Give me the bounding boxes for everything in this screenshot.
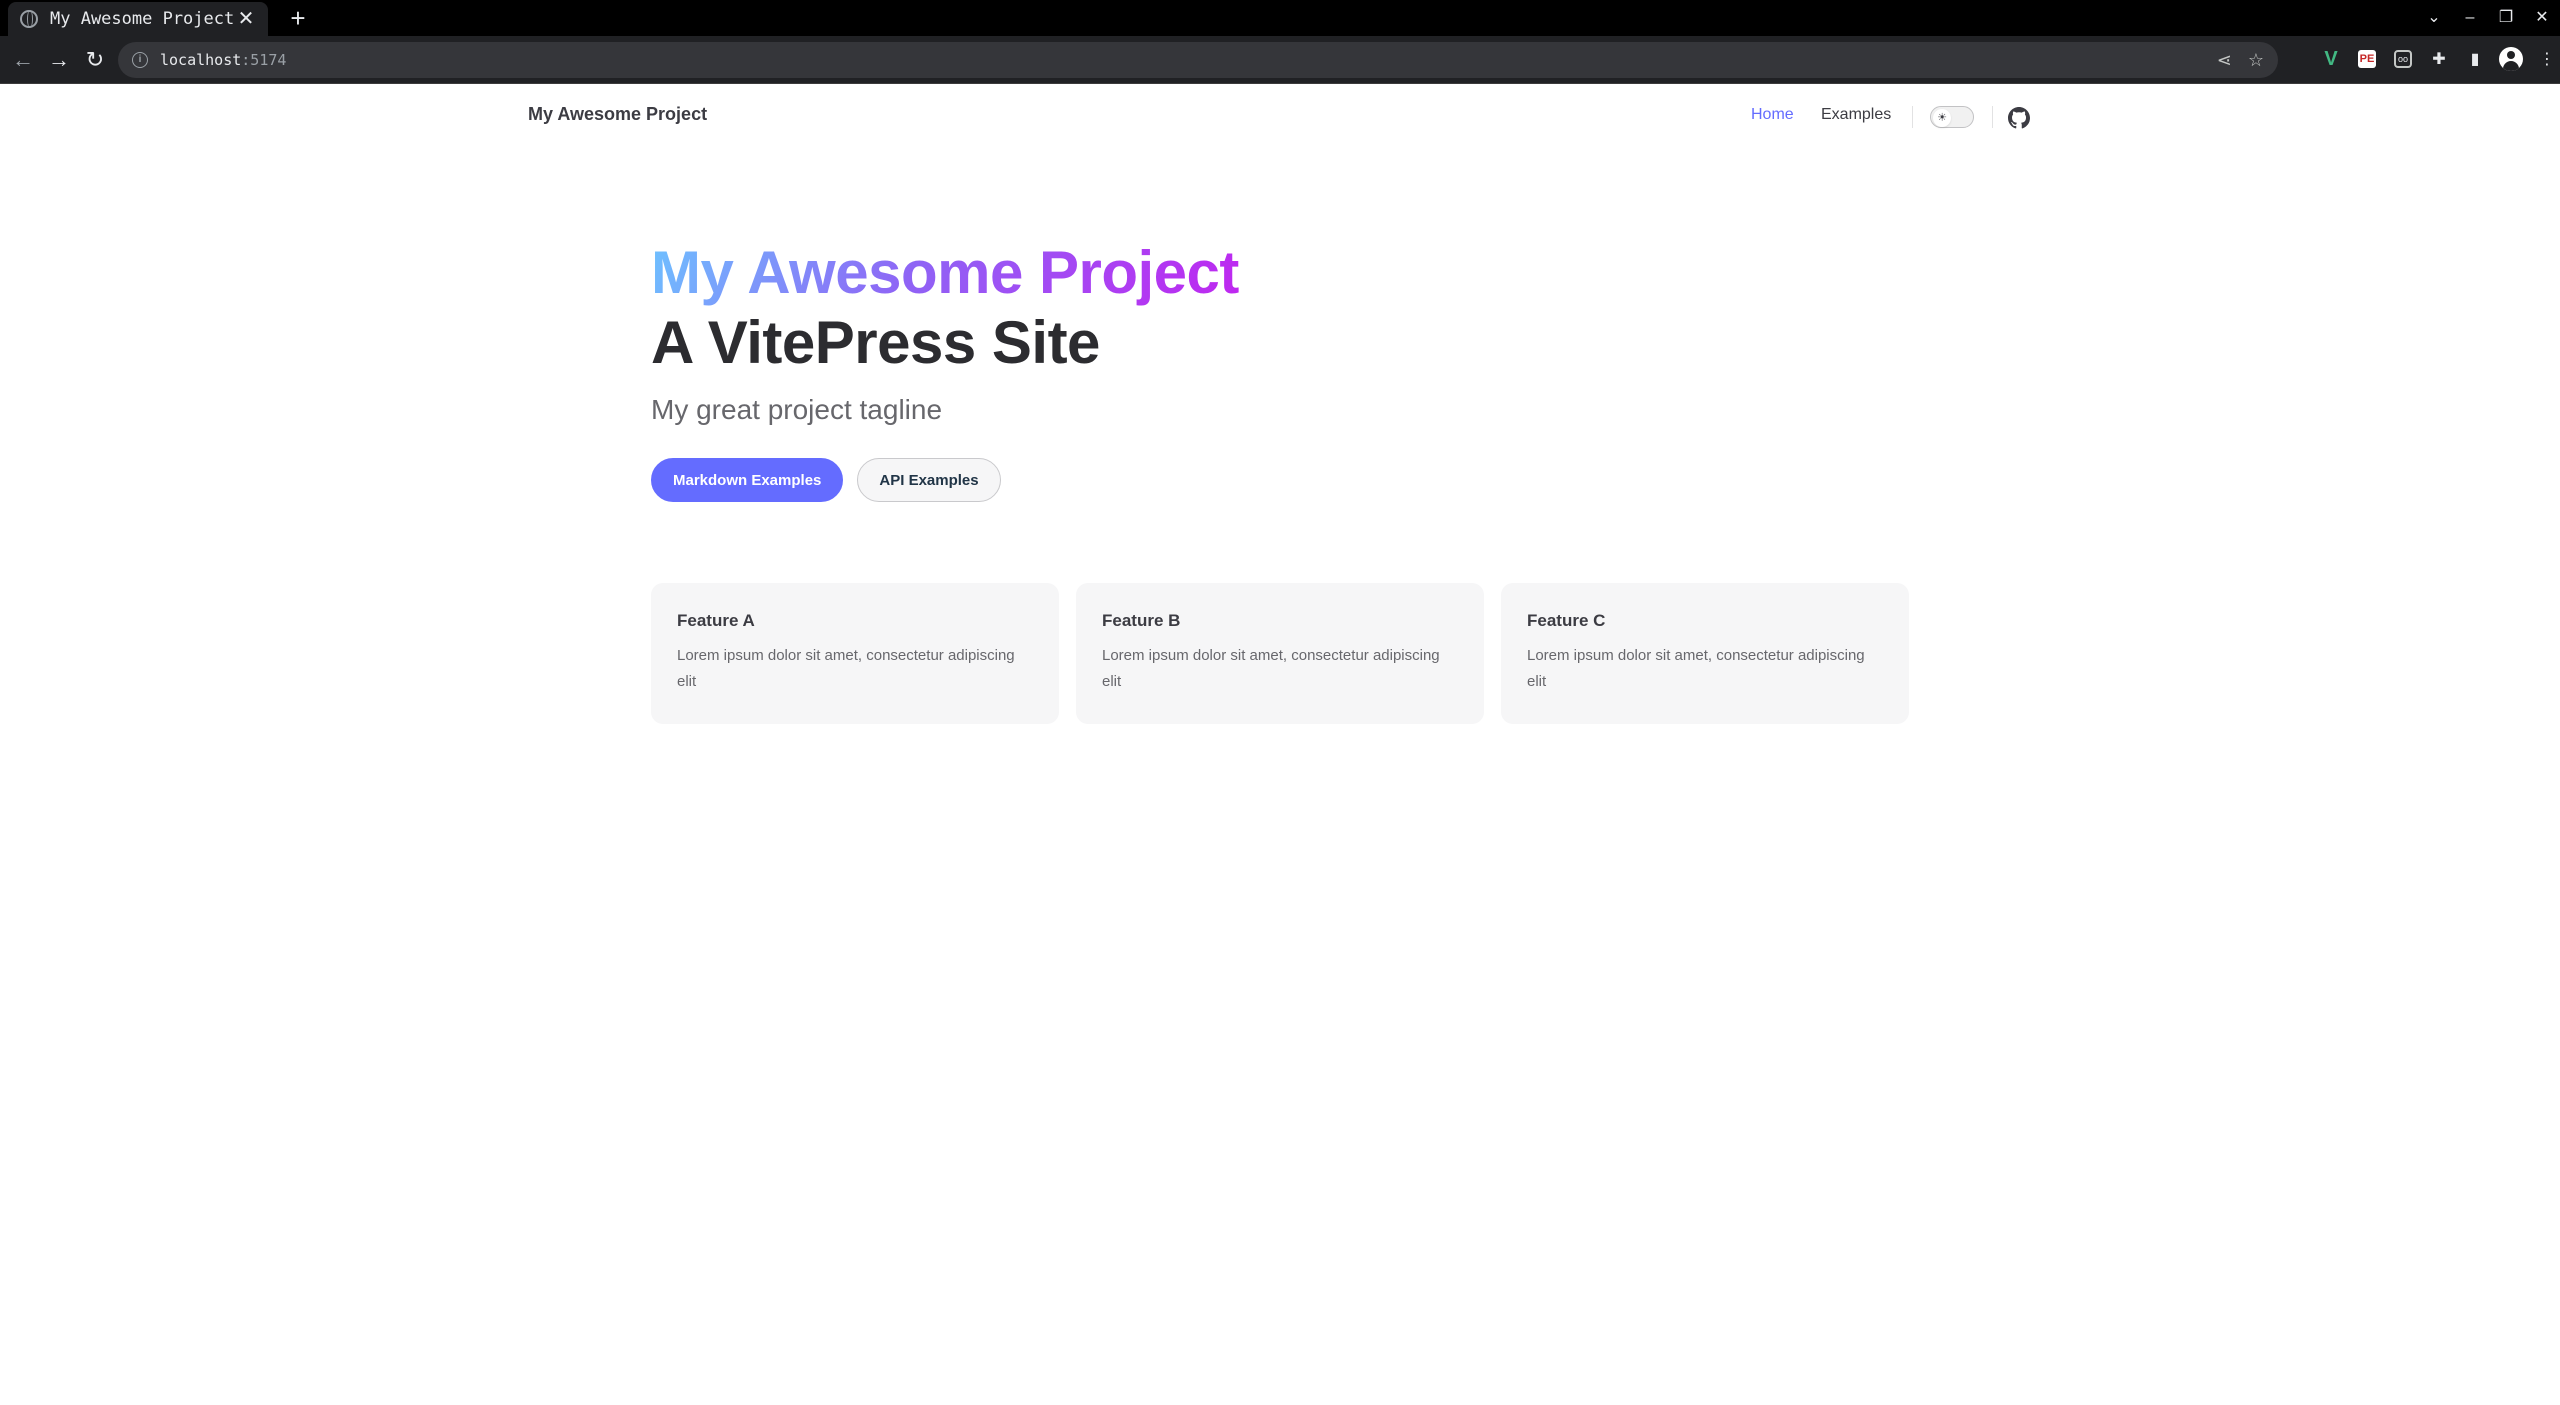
nav-divider [1992, 106, 1993, 128]
minimize-button[interactable]: – [2452, 0, 2488, 36]
feature-card: Feature C Lorem ipsum dolor sit amet, co… [1501, 583, 1909, 724]
share-icon[interactable]: ⋖ [2217, 50, 2232, 71]
address-bar[interactable]: i localhost:5174 ⋖ ☆ [118, 42, 2278, 78]
omnibox-actions: ⋖ ☆ [2217, 42, 2264, 78]
appearance-toggle[interactable]: ☀ [1930, 106, 1974, 128]
features-section: Feature A Lorem ipsum dolor sit amet, co… [651, 583, 1909, 724]
vue-devtools-icon[interactable]: V [2318, 45, 2344, 73]
nav-divider [1912, 106, 1913, 128]
forward-icon[interactable]: → [44, 45, 74, 75]
profile-avatar[interactable] [2499, 47, 2523, 71]
feature-details: Lorem ipsum dolor sit amet, consectetur … [1527, 647, 1865, 690]
hero-tagline: My great project tagline [651, 394, 943, 425]
feature-title: Feature C [1527, 611, 1606, 630]
feature-card: Feature A Lorem ipsum dolor sit amet, co… [651, 583, 1059, 724]
globe-icon [20, 10, 38, 28]
url-host: localhost [160, 51, 242, 69]
extension-oo-icon[interactable]: oo [2394, 50, 2412, 68]
puzzle-extensions-icon[interactable]: ✚ [2426, 45, 2452, 73]
browser-tab-bar: My Awesome Project ✕ + ⌄ – ❐ ✕ [0, 0, 2560, 36]
tab-title: My Awesome Project [50, 9, 235, 29]
hero-actions: Markdown Examples API Examples [651, 458, 1911, 502]
restore-button[interactable]: ❐ [2488, 0, 2524, 36]
browser-toolbar: ← → ↻ i localhost:5174 ⋖ ☆ V PE oo ✚ ▮ ⋮ [0, 36, 2560, 84]
close-window-button[interactable]: ✕ [2524, 0, 2560, 36]
nav-link-examples[interactable]: Examples [1821, 106, 1891, 124]
browser-tab[interactable]: My Awesome Project ✕ [8, 2, 268, 36]
feature-details: Lorem ipsum dolor sit amet, consectetur … [1102, 647, 1440, 690]
nav-link-home[interactable]: Home [1751, 106, 1794, 124]
site-title[interactable]: My Awesome Project [528, 104, 707, 125]
site-navbar: My Awesome Project Home Examples ☀ [0, 84, 2560, 148]
feature-title: Feature B [1102, 611, 1181, 630]
tab-search-icon[interactable]: ⌄ [2416, 0, 2452, 36]
hero-text: A VitePress Site [651, 309, 1100, 376]
sun-icon: ☀ [1933, 109, 1951, 127]
hero-name: My Awesome Project [651, 239, 1239, 306]
window-controls: ⌄ – ❐ ✕ [2416, 0, 2560, 36]
bookmark-star-icon[interactable]: ☆ [2248, 50, 2264, 71]
markdown-examples-button[interactable]: Markdown Examples [651, 458, 844, 502]
kebab-menu-icon[interactable]: ⋮ [2534, 45, 2560, 73]
hero-section: My Awesome Project A VitePress Site My g… [651, 238, 1911, 502]
site-info-icon[interactable]: i [132, 52, 148, 68]
feature-title: Feature A [677, 611, 755, 630]
back-icon[interactable]: ← [8, 45, 38, 75]
api-examples-button[interactable]: API Examples [857, 458, 1001, 502]
url-port: :5174 [241, 51, 287, 69]
side-panel-icon[interactable]: ▮ [2462, 45, 2488, 73]
extensions-bar: V PE oo ✚ ▮ ⋮ [2318, 45, 2560, 73]
extension-pe-icon[interactable]: PE [2358, 50, 2376, 68]
reload-icon[interactable]: ↻ [80, 45, 110, 75]
github-icon[interactable] [2008, 107, 2030, 129]
tab-close-icon[interactable]: ✕ [236, 9, 256, 29]
new-tab-button[interactable]: + [284, 4, 312, 32]
feature-details: Lorem ipsum dolor sit amet, consectetur … [677, 647, 1015, 690]
feature-card: Feature B Lorem ipsum dolor sit amet, co… [1076, 583, 1484, 724]
